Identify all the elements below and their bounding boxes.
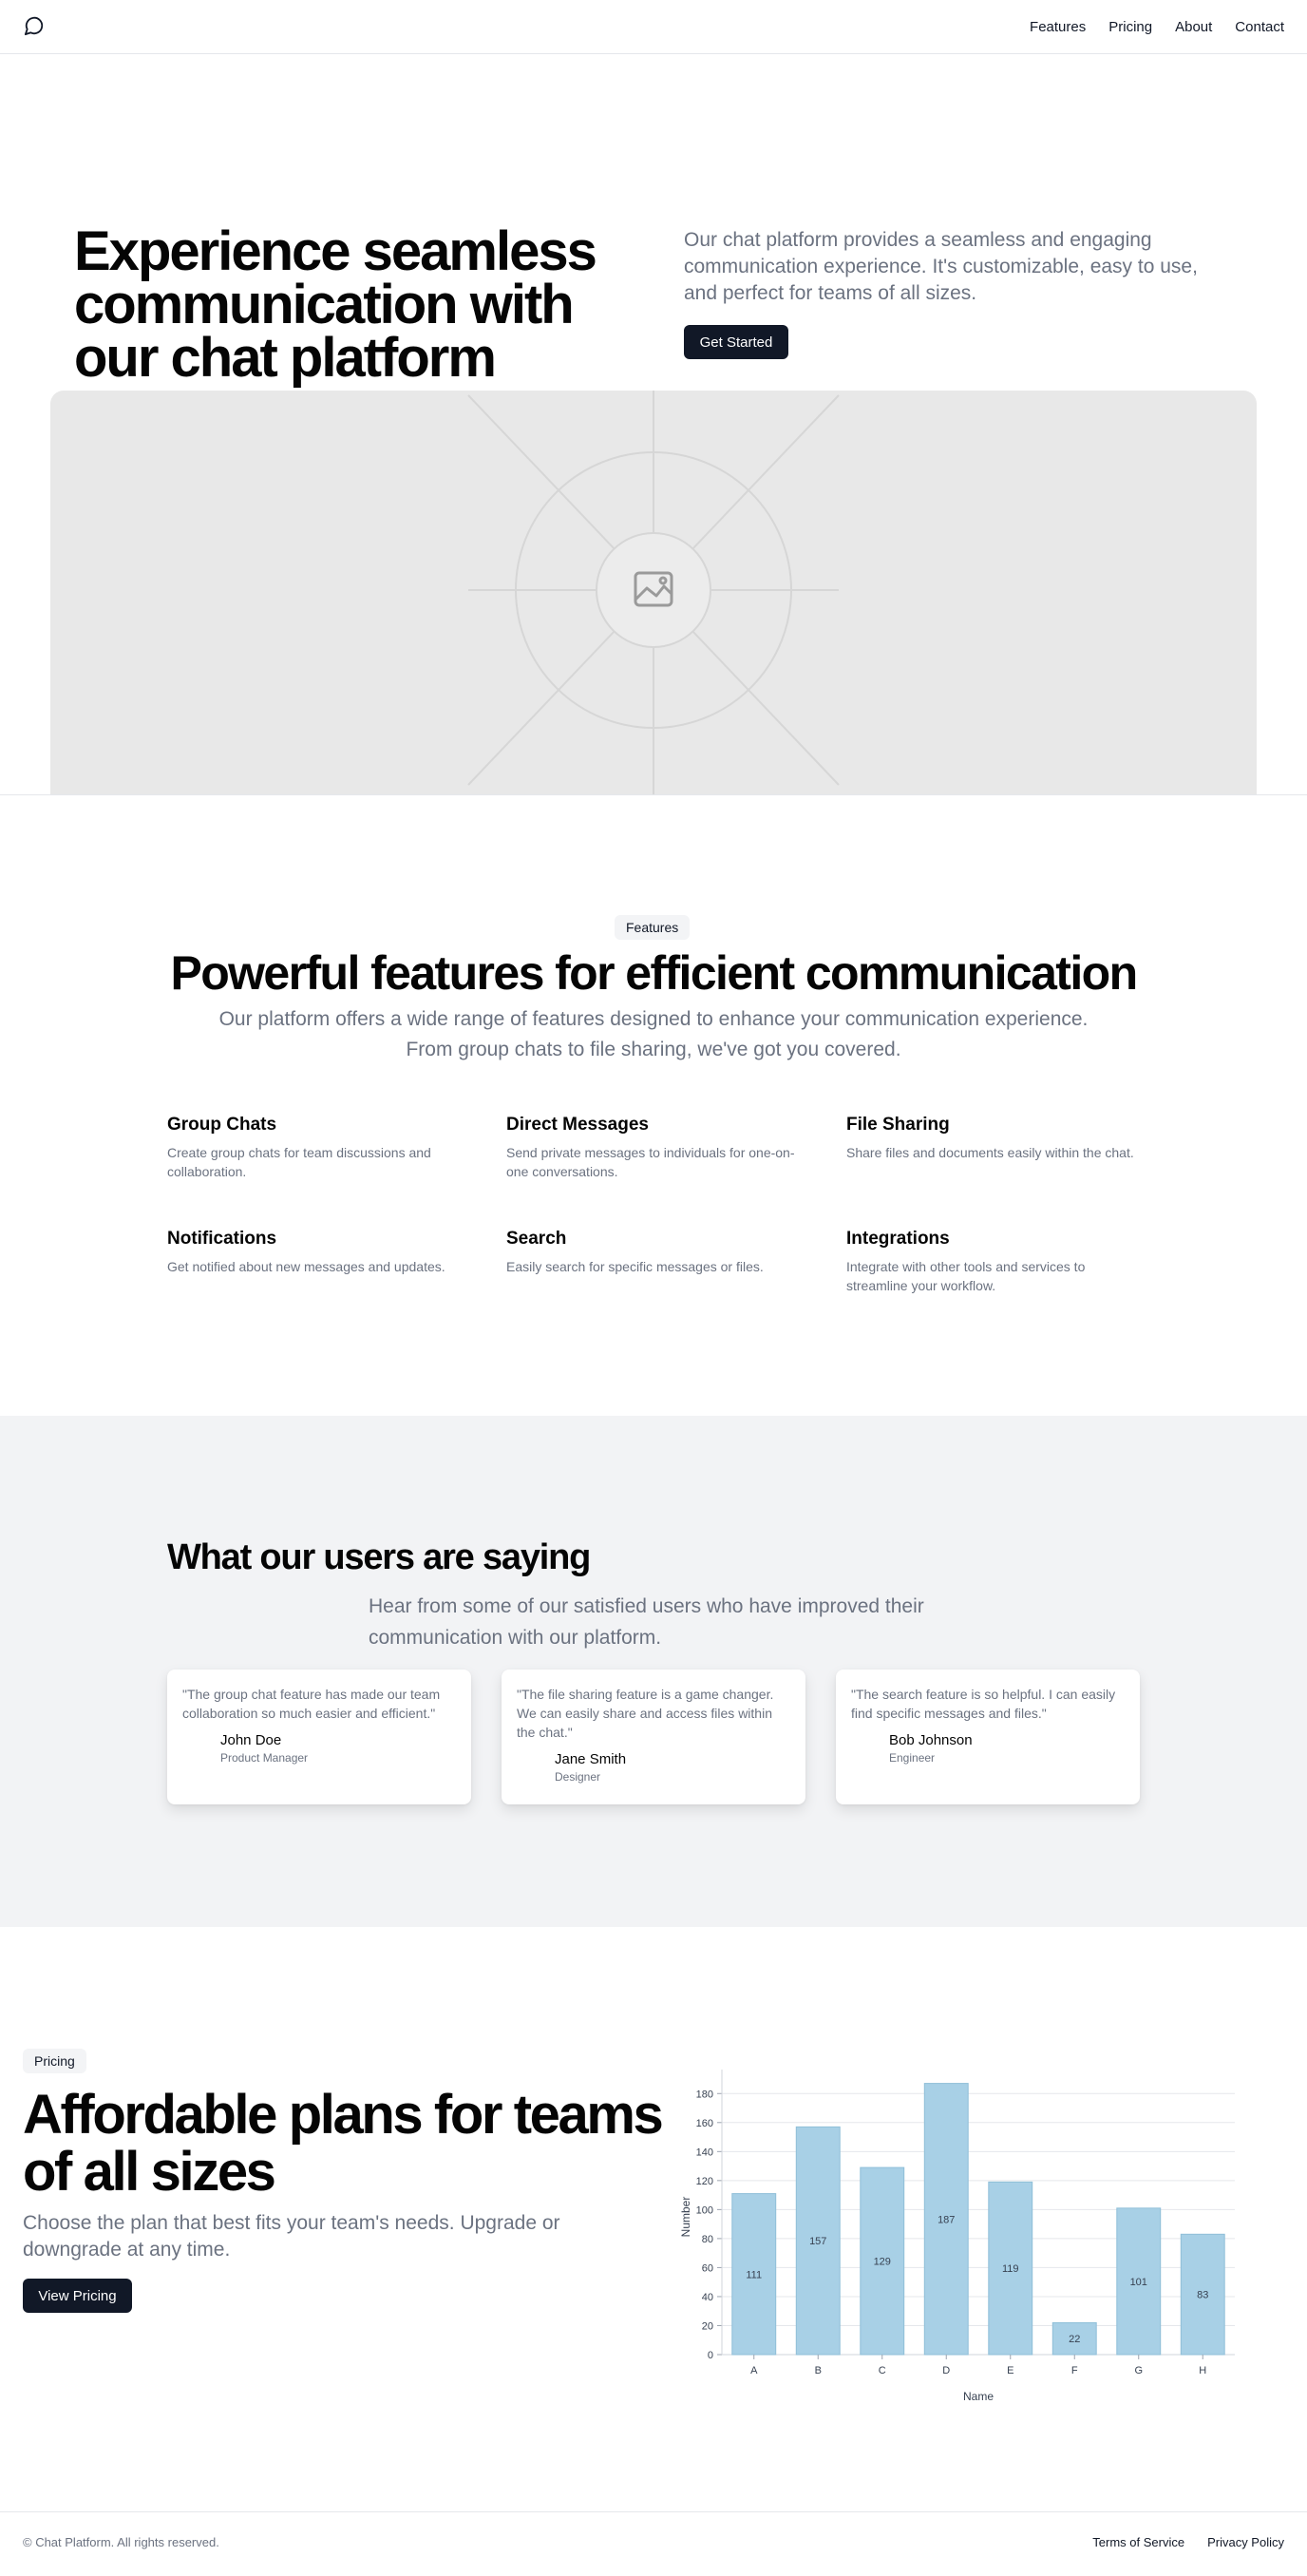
y-tick-label: 140 [696, 2147, 713, 2158]
testimonial-card: "The file sharing feature is a game chan… [502, 1670, 805, 1804]
y-tick-label: 80 [702, 2234, 713, 2245]
copyright-text: © Chat Platform. All rights reserved. [23, 2535, 219, 2549]
testimonial-quote: "The search feature is so helpful. I can… [851, 1687, 1116, 1721]
pricing-title: Affordable plans for teams of all sizes [23, 2084, 664, 2203]
y-tick-label: 100 [696, 2204, 713, 2216]
bar-value-label: 157 [809, 2236, 826, 2247]
y-tick-label: 40 [702, 2292, 713, 2303]
y-tick-label: 120 [696, 2176, 713, 2187]
feature-item: Notifications Get notified about new mes… [167, 1229, 462, 1276]
feature-title: Integrations [846, 1229, 950, 1249]
feature-title: Group Chats [167, 1115, 277, 1135]
feature-description: Create group chats for team discussions … [167, 1145, 431, 1179]
x-tick-label: G [1134, 2365, 1143, 2376]
hero-title: Experience seamless communication with o… [74, 220, 597, 389]
features-section: Features Powerful features for efficient… [0, 795, 1307, 1416]
features-badge: Features [615, 915, 691, 940]
y-axis-title: Number [679, 2197, 692, 2238]
hero-description: Our chat platform provides a seamless an… [684, 229, 1198, 304]
feature-description: Easily search for specific messages or f… [506, 1259, 764, 1274]
x-tick-label: D [942, 2365, 950, 2376]
feature-item: Integrations Integrate with other tools … [846, 1229, 1141, 1295]
bar-value-label: 83 [1197, 2290, 1208, 2301]
hero-section: Experience seamless communication with o… [0, 54, 1307, 795]
feature-item: Group Chats Create group chats for team … [167, 1115, 462, 1181]
nav-link-pricing[interactable]: Pricing [1108, 19, 1152, 35]
author-name: Bob Johnson [889, 1732, 973, 1748]
site-footer: © Chat Platform. All rights reserved. Te… [0, 2511, 1307, 2576]
testimonial-card: "The group chat feature has made our tea… [167, 1670, 471, 1804]
pricing-section: Pricing Affordable plans for teams of al… [0, 1927, 1307, 2511]
author-role: Engineer [889, 1751, 936, 1765]
x-tick-label: E [1007, 2365, 1013, 2376]
x-axis-title: Name [963, 2390, 994, 2403]
testimonial-author: John Doe Product Manager [182, 1732, 456, 1765]
testimonials-subtitle: Hear from some of our satisfied users wh… [369, 1595, 924, 1649]
author-name: John Doe [220, 1732, 282, 1748]
author-name: Jane Smith [555, 1751, 627, 1767]
x-tick-label: H [1199, 2365, 1206, 2376]
nav-link-about[interactable]: About [1175, 19, 1212, 35]
x-tick-label: A [750, 2365, 758, 2376]
feature-description: Send private messages to individuals for… [506, 1145, 795, 1179]
nav-link-features[interactable]: Features [1030, 19, 1086, 35]
privacy-policy-link[interactable]: Privacy Policy [1207, 2535, 1284, 2549]
placeholder-graphic [467, 391, 840, 794]
bar-value-label: 129 [874, 2257, 891, 2268]
testimonial-quote: "The group chat feature has made our tea… [182, 1687, 441, 1721]
nav-link-contact[interactable]: Contact [1235, 19, 1284, 35]
y-tick-label: 20 [702, 2320, 713, 2332]
x-tick-label: C [879, 2365, 886, 2376]
site-header: Features Pricing About Contact [0, 0, 1307, 54]
pricing-description: Choose the plan that best fits your team… [23, 2212, 560, 2261]
bar-value-label: 101 [1130, 2277, 1147, 2288]
testimonial-card: "The search feature is so helpful. I can… [836, 1670, 1140, 1804]
features-subtitle: Our platform offers a wide range of feat… [218, 1008, 1089, 1060]
testimonials-section: What our users are saying Hear from some… [0, 1416, 1307, 1927]
footer-links: Terms of Service Privacy Policy [1092, 2535, 1284, 2549]
testimonial-author: Jane Smith Designer [517, 1751, 790, 1784]
feature-description: Get notified about new messages and upda… [167, 1259, 445, 1274]
get-started-button[interactable]: Get Started [684, 325, 788, 359]
x-tick-label: F [1071, 2365, 1078, 2376]
feature-item: File Sharing Share files and documents e… [846, 1115, 1141, 1162]
pricing-badge: Pricing [23, 2049, 86, 2073]
hero-image-placeholder [50, 391, 1257, 794]
feature-description: Integrate with other tools and services … [846, 1259, 1086, 1293]
testimonial-author: Bob Johnson Engineer [851, 1732, 1125, 1765]
feature-description: Share files and documents easily within … [846, 1145, 1134, 1160]
author-role: Designer [555, 1770, 601, 1784]
testimonials-title: What our users are saying [167, 1537, 591, 1577]
x-tick-label: B [815, 2365, 822, 2376]
feature-title: Search [506, 1229, 567, 1249]
bar-value-label: 119 [1002, 2263, 1019, 2275]
message-circle-icon[interactable] [24, 15, 45, 36]
testimonial-quote: "The file sharing feature is a game chan… [517, 1687, 774, 1740]
bar-chart: 0 20 40 60 80 100 120 140 160 180 111 A 157 B 129 C 187 D… [665, 2060, 1254, 2421]
bar-value-label: 187 [938, 2214, 955, 2225]
feature-title: File Sharing [846, 1115, 950, 1135]
feature-title: Direct Messages [506, 1115, 649, 1135]
terms-of-service-link[interactable]: Terms of Service [1092, 2535, 1184, 2549]
author-role: Product Manager [220, 1751, 309, 1765]
y-tick-label: 0 [708, 2350, 713, 2361]
view-pricing-button[interactable]: View Pricing [23, 2279, 132, 2313]
main-nav: Features Pricing About Contact [1030, 0, 1284, 54]
bar-value-label: 111 [746, 2269, 762, 2280]
y-tick-label: 180 [696, 2089, 713, 2100]
feature-item: Search Easily search for specific messag… [506, 1229, 801, 1276]
feature-item: Direct Messages Send private messages to… [506, 1115, 801, 1181]
feature-title: Notifications [167, 1229, 277, 1249]
y-tick-label: 160 [696, 2118, 713, 2129]
features-title: Powerful features for efficient communic… [170, 946, 1138, 1000]
bar-chart-svg: 0 20 40 60 80 100 120 140 160 180 111 A 157 B 129 C 187 D… [679, 2070, 1235, 2403]
y-tick-label: 60 [702, 2262, 713, 2274]
bar-value-label: 22 [1069, 2334, 1080, 2345]
